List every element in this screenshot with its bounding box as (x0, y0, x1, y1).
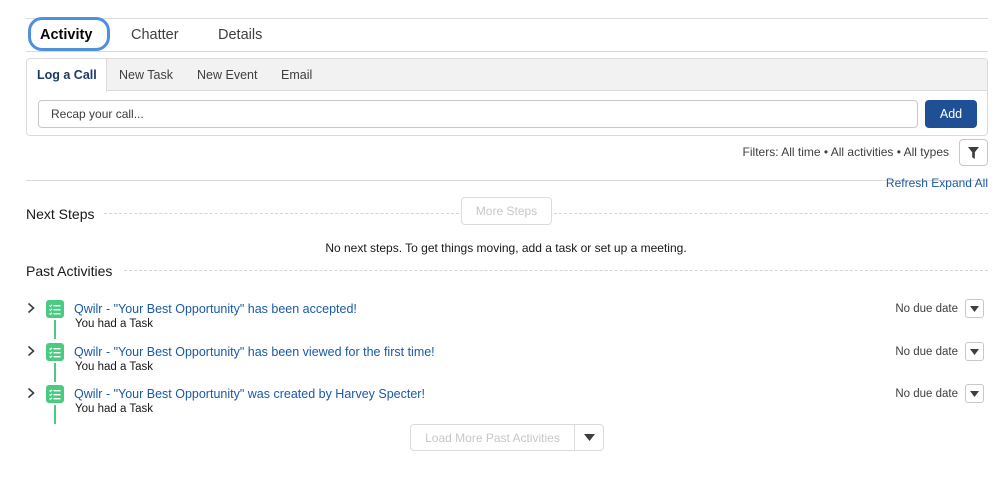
tab-chatter[interactable]: Chatter (131, 27, 179, 43)
load-more-past-activities-button[interactable]: Load More Past Activities (411, 425, 575, 450)
task-icon (46, 300, 64, 318)
timeline-line (54, 320, 56, 339)
timeline-line (54, 405, 56, 424)
chevron-right-icon[interactable] (26, 345, 36, 357)
activity-row: Qwilr - "Your Best Opportunity" has been… (26, 342, 988, 382)
chevron-right-icon[interactable] (26, 302, 36, 314)
tab-new-event[interactable]: New Event (197, 68, 257, 82)
activity-due-date: No due date (895, 346, 958, 358)
tab-new-task[interactable]: New Task (119, 68, 173, 82)
tab-details[interactable]: Details (218, 27, 262, 43)
caret-down-icon (583, 434, 595, 441)
tab-activity[interactable]: Activity (40, 27, 92, 43)
task-icon (46, 343, 64, 361)
activity-due-date: No due date (895, 388, 958, 400)
filter-divider (26, 180, 988, 181)
timeline-links: Refresh Expand All (886, 176, 988, 190)
filters-summary: Filters: All time • All activities • All… (742, 145, 949, 159)
caret-down-icon (970, 390, 979, 397)
activity-publisher: Log a Call New Task New Event Email Add (26, 58, 988, 136)
task-icon (46, 385, 64, 403)
refresh-link[interactable]: Refresh (886, 176, 928, 190)
row-actions-button[interactable] (965, 299, 984, 318)
next-steps-divider-right (554, 213, 988, 214)
activity-due-date: No due date (895, 303, 958, 315)
past-activities-divider (124, 270, 988, 271)
row-actions-button[interactable] (965, 342, 984, 361)
tab-log-a-call[interactable]: Log a Call (37, 68, 97, 82)
caret-down-icon (970, 305, 979, 312)
no-next-steps-message: No next steps. To get things moving, add… (325, 241, 687, 255)
publisher-tab-bar: Log a Call New Task New Event Email (27, 59, 987, 92)
activity-row: Qwilr - "Your Best Opportunity" has been… (26, 299, 988, 339)
activity-subtitle: You had a Task (75, 361, 154, 373)
load-more-group: Load More Past Activities (410, 424, 604, 451)
load-more-menu-button[interactable] (575, 425, 603, 450)
next-steps-divider-left (104, 213, 459, 214)
chevron-right-icon[interactable] (26, 387, 36, 399)
timeline-line (54, 363, 56, 382)
filter-icon (968, 146, 979, 159)
activity-subtitle: You had a Task (75, 318, 154, 330)
activity-title-link[interactable]: Qwilr - "Your Best Opportunity" has been… (74, 302, 357, 316)
tab-email[interactable]: Email (281, 68, 312, 82)
past-activities-title: Past Activities (26, 263, 113, 279)
activity-subtitle: You had a Task (75, 403, 154, 415)
next-steps-title: Next Steps (26, 206, 95, 222)
activity-title-link[interactable]: Qwilr - "Your Best Opportunity" has been… (74, 345, 435, 359)
recap-call-input[interactable] (38, 100, 918, 128)
top-divider (26, 18, 988, 19)
expand-all-link[interactable]: Expand All (931, 176, 988, 190)
row-actions-button[interactable] (965, 384, 984, 403)
activity-title-link[interactable]: Qwilr - "Your Best Opportunity" was crea… (74, 387, 425, 401)
caret-down-icon (970, 348, 979, 355)
activity-row: Qwilr - "Your Best Opportunity" was crea… (26, 384, 988, 424)
filter-button[interactable] (959, 139, 988, 166)
more-steps-button[interactable]: More Steps (461, 197, 552, 225)
add-button[interactable]: Add (925, 100, 977, 128)
main-tab-bar: Activity Chatter Details (26, 17, 988, 52)
